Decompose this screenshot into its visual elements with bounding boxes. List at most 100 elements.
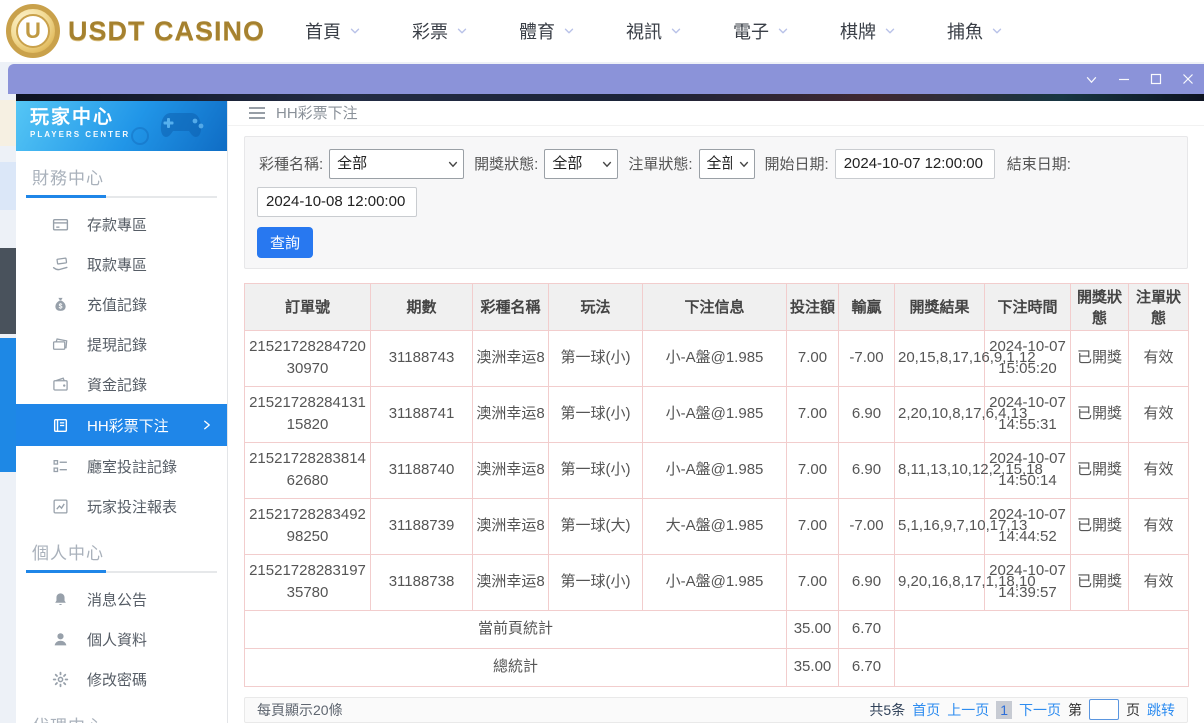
first-page-link[interactable]: 首页 — [912, 700, 940, 720]
sidebar-item-hall-record[interactable]: 廳室投註記錄 — [16, 446, 227, 486]
cell-r3-c7: 5,1,16,9,7,10,17,13 — [894, 497, 1027, 555]
sidebar-item-user[interactable]: 個人資料 — [16, 619, 227, 659]
bets-table: 訂單號 期數 彩種名稱 玩法 下注信息 投注額 輸贏 開獎結果 下注時間 開獎狀態 注單狀態 215… — [244, 282, 1189, 687]
minimize-window-icon[interactable] — [1118, 73, 1130, 86]
cell-r0-c9: 已開獎 — [1070, 329, 1129, 387]
jump-page-input[interactable] — [1089, 699, 1119, 721]
cell-r2-c10: 有效 — [1128, 441, 1189, 499]
cell-r0-c2: 澳洲幸运8 — [472, 329, 549, 387]
cell-r2-c7: 8,11,13,10,12,2,15,18 — [894, 441, 1043, 499]
chevron-right-icon — [201, 419, 213, 431]
lottery-name-label: 彩種名稱: — [259, 156, 324, 174]
draw-status-select[interactable]: 全部 — [544, 148, 619, 179]
top-nav-item-2[interactable]: 體育 — [519, 18, 576, 44]
deposit-icon — [52, 215, 70, 233]
filter-panel: 彩種名稱: 全部 開獎狀態: 全部 注單狀態: 全部 開始日期: 2024-10… — [244, 135, 1188, 269]
summary-label: 總統計 — [244, 647, 787, 687]
cell-r2-c1: 31188740 — [370, 441, 473, 499]
top-nav-item-5[interactable]: 棋牌 — [840, 18, 897, 44]
sidebar-item-withdraw[interactable]: 取款專區 — [16, 244, 227, 284]
chevron-down-icon — [776, 24, 790, 38]
prev-page-link[interactable]: 上一页 — [947, 700, 989, 720]
top-nav-item-6[interactable]: 捕魚 — [947, 18, 1004, 44]
top-nav: 首頁 彩票 體育 視訊 電子 棋牌 捕魚 — [305, 18, 1004, 44]
sidebar-item-deposit[interactable]: 存款專區 — [16, 204, 227, 244]
maximize-window-icon[interactable] — [1150, 73, 1162, 86]
cell-r2-c3: 第一球(小) — [548, 441, 643, 499]
page-title: HH彩票下注 — [276, 105, 358, 123]
sidebar-section-title: 財務中心 — [32, 169, 104, 188]
sidebar-item-recharge[interactable]: $ 充值記錄 — [16, 284, 227, 324]
sidebar-item-bell[interactable]: 消息公告 — [16, 579, 227, 619]
cell-r4-c10: 有效 — [1128, 553, 1189, 611]
sidebar-item-label: 修改密碼 — [87, 671, 148, 689]
jump-suffix-label: 页 — [1126, 701, 1140, 718]
sidebar-item-label: HH彩票下注 — [87, 417, 169, 435]
sidebar-item-label: 個人資料 — [87, 631, 148, 649]
dialog-titlebar[interactable] — [8, 64, 1204, 94]
withdraw-icon — [52, 255, 70, 273]
summary-empty-cell — [894, 609, 1189, 649]
sidebar-item-label: 取款專區 — [87, 256, 148, 274]
cell-r2-c9: 已開獎 — [1070, 441, 1129, 499]
cell-r2-c5: 7.00 — [786, 441, 839, 499]
funds-icon — [52, 375, 70, 393]
coin-letter: U — [16, 14, 50, 48]
cell-r1-c7: 2,20,10,8,17,6,4,13 — [894, 385, 1027, 443]
query-button[interactable]: 查詢 — [257, 226, 314, 258]
player-center-dialog: 玩家中心 PLAYERS CENTER 財務中心 存款專區 取款專區 $ 充值記錄 提現記… — [8, 64, 1204, 723]
jump-button[interactable]: 跳转 — [1147, 700, 1175, 720]
cell-r0-c5: 7.00 — [786, 329, 839, 387]
cell-r1-c4: 小-A盤@1.985 — [642, 385, 787, 443]
top-brand-bar: U USDT CASINO 首頁 彩票 體育 視訊 電子 棋牌 捕魚 — [0, 0, 1204, 62]
cell-r3-c9: 已開獎 — [1070, 497, 1129, 555]
sidebar-item-label: 資金記錄 — [87, 376, 148, 394]
grand-total-summary-row: 總統計 35.00 6.70 — [244, 647, 1189, 687]
cell-r3-c8: 2024-10-07 14:44:52 — [984, 497, 1071, 555]
col-header-3: 玩法 — [548, 282, 643, 331]
cell-r3-c10: 有效 — [1128, 497, 1189, 555]
sidebar-item-withdrawal-record[interactable]: 提現記錄 — [16, 324, 227, 364]
sidebar-sections: 財務中心存款專區取款專區 $ 充值記錄 提現記錄資金記錄 HH彩票下注廳室投註記錄 玩家投… — [16, 151, 227, 723]
current-page[interactable]: 1 — [996, 700, 1012, 719]
end-date-input[interactable] — [257, 186, 417, 217]
sidebar-item-gear[interactable]: 修改密碼 — [16, 659, 227, 699]
brand-logo[interactable]: U USDT CASINO — [6, 4, 265, 58]
chevron-down-icon — [990, 24, 1004, 38]
bell-icon — [52, 590, 70, 608]
order-status-select[interactable]: 全部 — [698, 148, 755, 179]
draw-status-label: 開獎狀態: — [474, 156, 539, 174]
menu-toggle-icon[interactable] — [248, 106, 266, 120]
hall-record-icon — [52, 457, 70, 475]
cell-r4-c7: 9,20,16,8,17,1,18,10 — [894, 553, 1036, 611]
summary-empty-cell — [894, 647, 1189, 687]
lottery-name-select[interactable]: 全部 — [329, 148, 465, 179]
top-nav-label: 視訊 — [626, 22, 663, 42]
circle-decoration — [131, 127, 149, 145]
summary-winloss-total: 6.70 — [838, 609, 895, 649]
sidebar-item-lottery-bet[interactable]: HH彩票下注 — [16, 404, 227, 446]
top-nav-item-3[interactable]: 視訊 — [626, 18, 683, 44]
top-nav-item-4[interactable]: 電子 — [733, 18, 790, 44]
cell-r1-c3: 第一球(小) — [548, 385, 643, 443]
top-nav-item-0[interactable]: 首頁 — [305, 18, 362, 44]
close-window-icon[interactable] — [1182, 73, 1194, 86]
top-nav-item-1[interactable]: 彩票 — [412, 18, 469, 44]
start-date-input[interactable] — [834, 148, 995, 179]
dialog-top-strip — [16, 94, 1204, 101]
cell-r3-c1: 31188739 — [370, 497, 473, 555]
jump-prefix-label: 第 — [1068, 701, 1082, 718]
cell-r1-c5: 7.00 — [786, 385, 839, 443]
sidebar-item-label: 消息公告 — [87, 591, 148, 609]
sidebar-item-report[interactable]: 玩家投注報表 — [16, 486, 227, 526]
total-count: 共5条 — [869, 701, 906, 718]
cell-r4-c5: 7.00 — [786, 553, 839, 611]
cell-r1-c9: 已開獎 — [1070, 385, 1129, 443]
sidebar-item-funds[interactable]: 資金記錄 — [16, 364, 227, 404]
chevron-down-window-icon[interactable] — [1085, 73, 1098, 86]
col-header-6: 輸贏 — [838, 282, 895, 331]
cell-r0-c8: 2024-10-07 15:05:20 — [984, 329, 1071, 387]
next-page-link[interactable]: 下一页 — [1019, 700, 1061, 720]
col-header-7: 開獎結果 — [894, 282, 985, 331]
sidebar-section-title: 代理中心 — [16, 699, 227, 723]
